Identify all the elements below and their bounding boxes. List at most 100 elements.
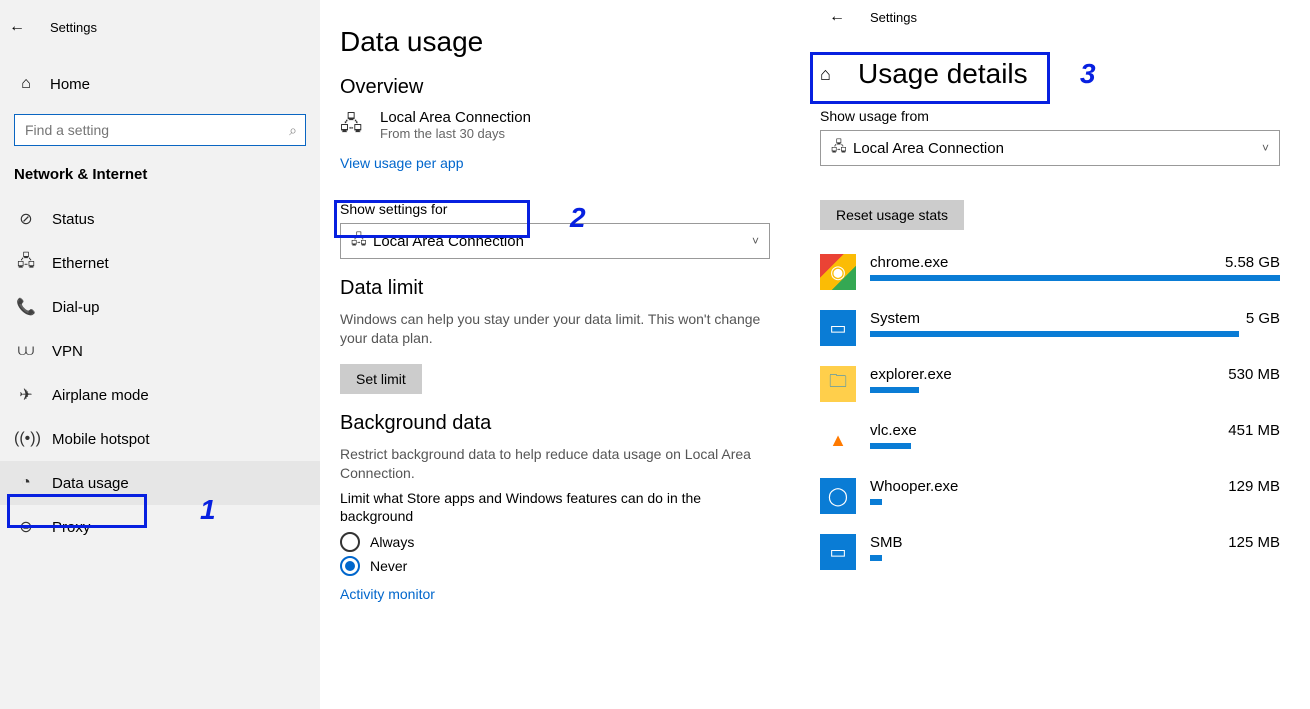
sidebar-home[interactable]: ⌂ Home: [14, 64, 320, 104]
ethernet-icon: 🖧: [831, 136, 853, 160]
window-title: Settings: [50, 20, 97, 35]
app-icon: ◯: [820, 478, 856, 514]
data-usage-page: Data usage Overview 🖧 Local Area Connect…: [320, 0, 790, 709]
usage-bar-fill: [870, 331, 1239, 337]
app-name: System: [870, 310, 920, 327]
sidebar-item-label: Data usage: [52, 475, 129, 492]
app-usage-value: 125 MB: [1228, 534, 1280, 551]
app-info: explorer.exe530 MB: [870, 366, 1280, 393]
app-name: Whooper.exe: [870, 478, 958, 495]
sidebar-item-label: Mobile hotspot: [52, 431, 150, 448]
app-usage-row: ▭ SMB 125 MB: [820, 534, 1280, 570]
search-box[interactable]: ⌕: [14, 114, 306, 146]
reset-usage-stats-button[interactable]: Reset usage stats: [820, 200, 964, 230]
connection-period: From the last 30 days: [380, 126, 531, 141]
home-icon: ⌂: [14, 75, 38, 93]
usage-bar-track: [870, 275, 1280, 281]
app-info: System5 GB: [870, 310, 1280, 337]
app-usage-list: ◉chrome.exe5.58 GB▭System5 GB🗀explorer.e…: [820, 254, 1280, 570]
app-info: chrome.exe 5.58 GB: [870, 254, 1280, 281]
search-icon: ⌕: [289, 122, 297, 139]
show-usage-from-label: Show usage from: [820, 108, 1280, 124]
data-usage-icon: ◔: [14, 474, 38, 492]
app-usage-value: 129 MB: [1228, 478, 1280, 495]
usage-bar-track: [870, 443, 1280, 449]
arrow-left-icon: ←: [9, 18, 25, 36]
usage-bar-track: [870, 387, 1280, 393]
window-title: Settings: [870, 10, 917, 25]
background-data-desc: Restrict background data to help reduce …: [340, 445, 770, 483]
app-icon: 🗀: [820, 366, 856, 402]
radio-never[interactable]: Never: [340, 556, 770, 576]
usage-bar-track: [870, 555, 1280, 561]
app-info: Whooper.exe 129 MB: [870, 478, 1280, 505]
home-label: Home: [50, 76, 90, 93]
sidebar-item-label: Dial-up: [52, 299, 100, 316]
usage-bar-track: [870, 331, 1280, 337]
sidebar-item-status[interactable]: ⊘Status: [0, 197, 320, 241]
app-name: chrome.exe: [870, 254, 948, 271]
sidebar-item-mobile-hotspot[interactable]: ((•))Mobile hotspot: [0, 417, 320, 461]
sidebar-item-label: Status: [52, 211, 95, 228]
usage-bar-fill: [870, 499, 882, 505]
radio-always[interactable]: Always: [340, 532, 770, 552]
search-input[interactable]: [23, 121, 289, 139]
ethernet-icon: 🖧: [340, 109, 380, 143]
usage-bar-fill: [870, 387, 919, 393]
radio-icon: [340, 532, 360, 552]
sidebar-item-label: Airplane mode: [52, 387, 149, 404]
ethernet-icon: 🖧: [351, 229, 373, 253]
data-limit-desc: Windows can help you stay under your dat…: [340, 310, 770, 348]
usage-bar-track: [870, 499, 1280, 505]
set-limit-button[interactable]: Set limit: [340, 364, 422, 394]
combo-value: Local Area Connection: [373, 233, 752, 250]
app-usage-row: ◯ Whooper.exe 129 MB: [820, 478, 1280, 514]
app-info: SMB 125 MB: [870, 534, 1280, 561]
app-icon: ▭: [820, 534, 856, 570]
page-title: Data usage: [340, 26, 770, 58]
sidebar-item-vpn[interactable]: ⩊VPN: [0, 329, 320, 373]
dial-up-icon: 📞: [14, 297, 38, 317]
sidebar-item-proxy[interactable]: ⊜ Proxy: [0, 505, 320, 549]
view-usage-per-app-link[interactable]: View usage per app: [340, 155, 464, 171]
vpn-icon: ⩊: [14, 342, 38, 360]
back-button[interactable]: ←: [0, 10, 34, 44]
app-usage-row: 🗀 explorer.exe530 MB: [820, 366, 1280, 402]
page-title: Usage details: [858, 58, 1028, 90]
chevron-down-icon: ˅: [1262, 141, 1269, 155]
ethernet-icon: 🖧: [14, 250, 38, 277]
airplane-mode-icon: ✈: [14, 385, 38, 405]
activity-monitor-link[interactable]: Activity monitor: [340, 586, 435, 602]
category-title: Network & Internet: [14, 166, 306, 183]
show-usage-from-combo[interactable]: 🖧 Local Area Connection ˅: [820, 130, 1280, 166]
app-icon: ◉: [820, 254, 856, 290]
show-settings-for-combo[interactable]: 🖧 Local Area Connection ˅: [340, 223, 770, 259]
sidebar-item-label: Proxy: [52, 519, 90, 536]
proxy-icon: ⊜: [14, 517, 38, 537]
background-limit-desc: Limit what Store apps and Windows featur…: [340, 489, 770, 527]
overview-heading: Overview: [340, 76, 770, 99]
app-icon: ▲: [820, 422, 856, 458]
chevron-down-icon: ˅: [752, 234, 759, 248]
sidebar-item-data-usage[interactable]: ◔ Data usage: [0, 461, 320, 505]
connection-summary: 🖧 Local Area Connection From the last 30…: [340, 109, 770, 143]
sidebar-item-label: Ethernet: [52, 255, 109, 272]
sidebar-item-airplane-mode[interactable]: ✈ Airplane mode: [0, 373, 320, 417]
settings-sidebar: ← Settings ⌂ Home ⌕ Network & Internet ⊘…: [0, 0, 320, 709]
app-name: SMB: [870, 534, 903, 551]
app-usage-value: 451 MB: [1228, 422, 1280, 439]
usage-bar-fill: [870, 443, 911, 449]
app-usage-row: ▲vlc.exe451 MB: [820, 422, 1280, 458]
app-usage-value: 5.58 GB: [1225, 254, 1280, 271]
sidebar-item-ethernet[interactable]: 🖧 Ethernet: [0, 241, 320, 285]
connection-name: Local Area Connection: [380, 109, 531, 126]
sidebar-item-dial-up[interactable]: 📞 Dial-up: [0, 285, 320, 329]
usage-bar-fill: [870, 555, 882, 561]
app-usage-row: ◉ chrome.exe 5.58 GB: [820, 254, 1280, 290]
arrow-left-icon: ←: [829, 8, 845, 26]
data-limit-heading: Data limit: [340, 277, 770, 300]
nav-list: ⊘Status 🖧 Ethernet 📞 Dial-up ⩊VPN ✈ Airplane mo…: [0, 197, 320, 549]
back-button[interactable]: ←: [820, 0, 854, 34]
app-usage-row: ▭System5 GB: [820, 310, 1280, 346]
app-usage-value: 530 MB: [1228, 366, 1280, 383]
